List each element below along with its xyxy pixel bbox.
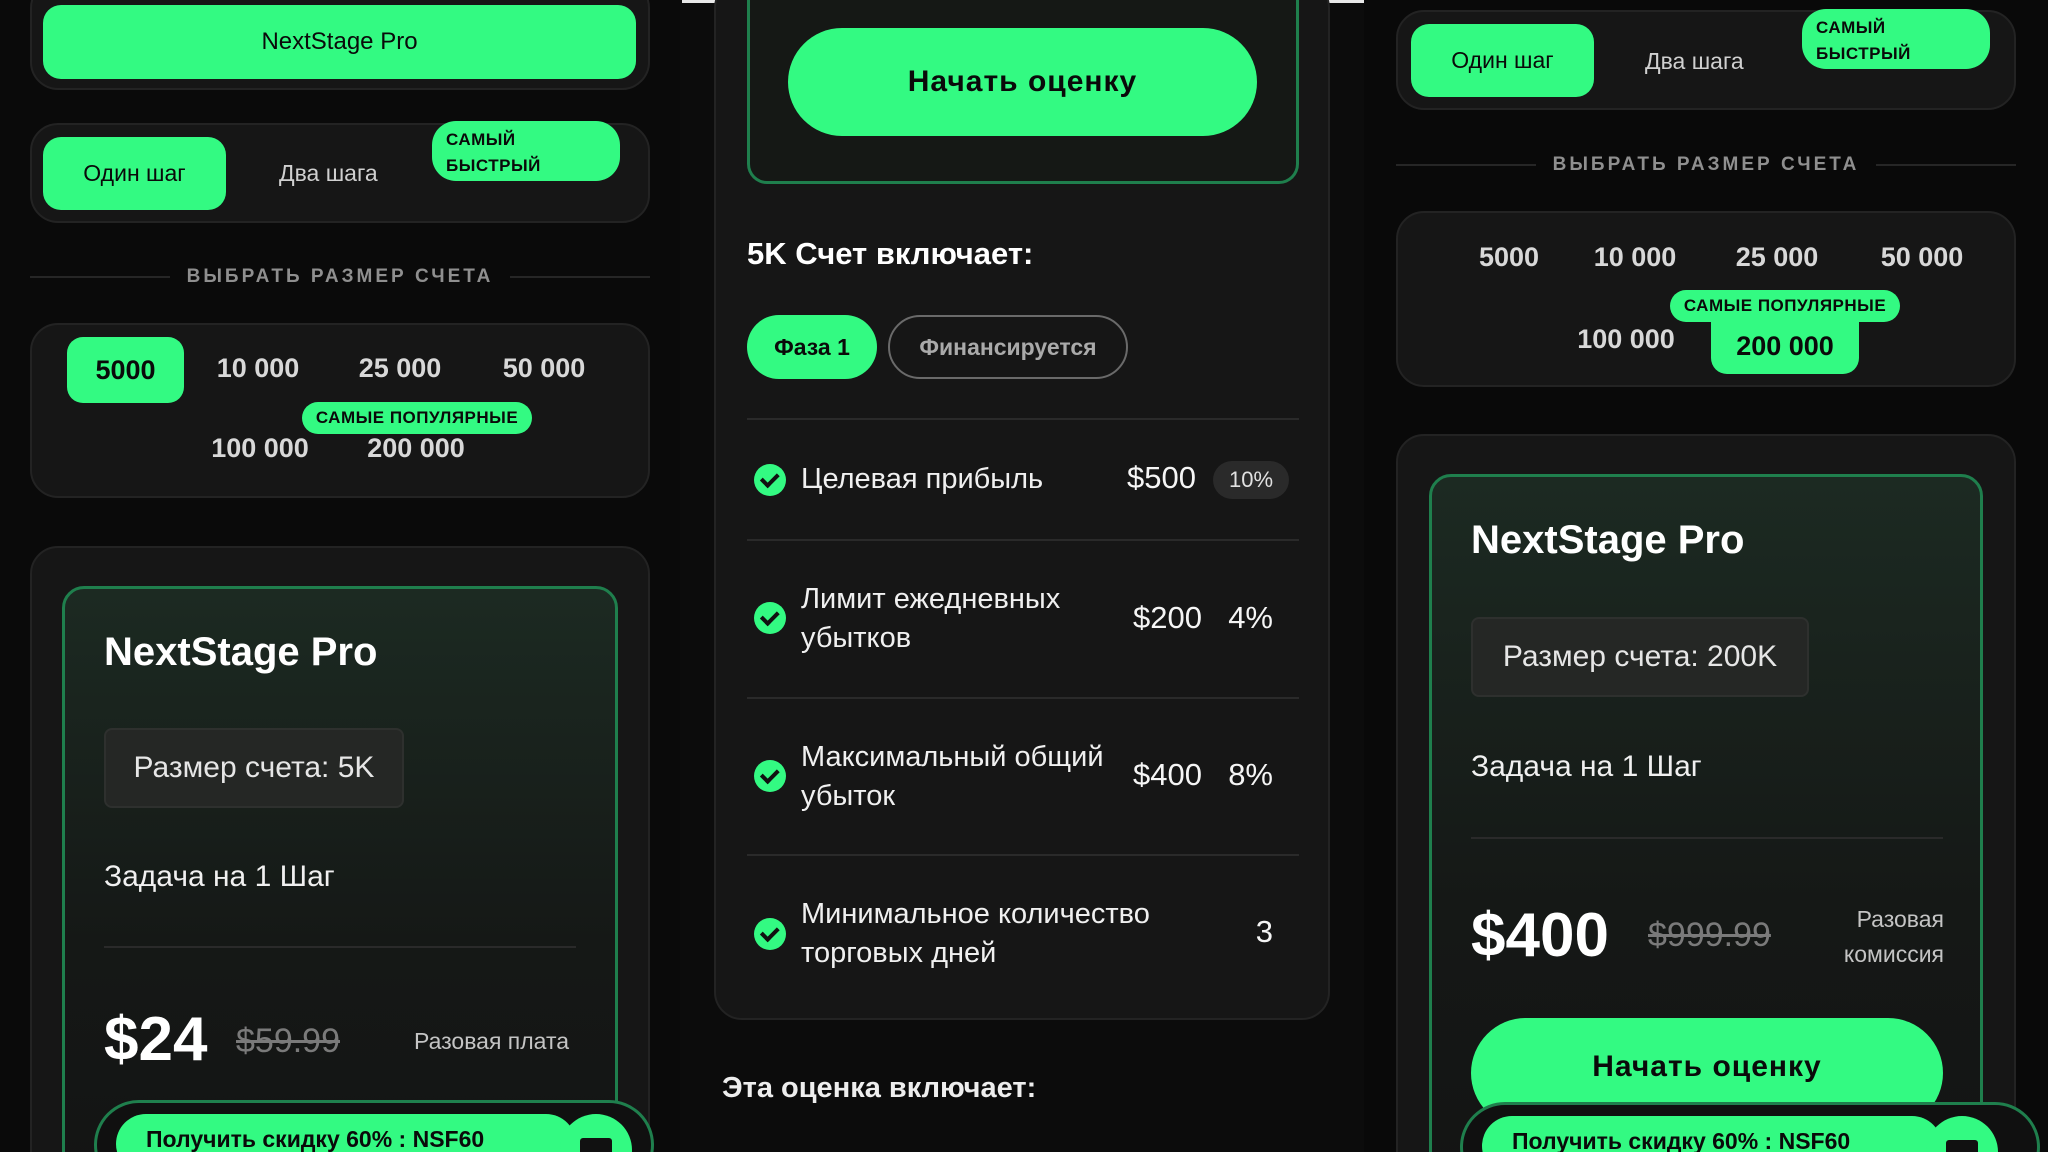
size-option-25000[interactable]: 25 000	[1722, 242, 1832, 273]
rule-value: $400	[1133, 757, 1202, 792]
popular-badge: САМЫЕ ПОПУЛЯРНЫЕ	[1670, 290, 1900, 322]
size-option-100000[interactable]: 100 000	[200, 433, 320, 464]
fee-label: Разовая плата	[414, 1028, 570, 1054]
check-icon	[754, 464, 786, 496]
plan-separator	[1471, 837, 1943, 839]
divider-right	[1876, 164, 2016, 166]
plan-old-price: $999.99	[1648, 916, 1771, 954]
rule-label-line1: Минимальное количество	[801, 898, 1150, 930]
includes-title: 5K Счет включает:	[747, 236, 1034, 271]
fee-label-line1: Разовая	[1856, 906, 1944, 932]
check-icon	[754, 602, 786, 634]
discount-button[interactable]: Получить скидку 60% : NSF60	[116, 1114, 576, 1152]
two-step-tab[interactable]: Два шага	[1645, 48, 1744, 75]
fastest-badge-line2: БЫСТРЫЙ	[1816, 44, 1911, 63]
fastest-badge: САМЫЙ БЫСТРЫЙ	[432, 121, 620, 181]
size-option-5000[interactable]: 5000	[67, 337, 184, 403]
assessment-includes-title: Эта оценка включает:	[722, 1072, 1037, 1104]
fee-label-line2: комиссия	[1843, 941, 1944, 967]
check-icon	[754, 918, 786, 950]
rule-label-line2: убытков	[801, 622, 912, 654]
rule-percent: 8%	[1228, 757, 1273, 792]
plan-price: $400	[1471, 901, 1609, 970]
plan-price: $24	[104, 1005, 208, 1074]
size-option-10000[interactable]: 10 000	[1580, 242, 1690, 273]
fastest-badge-line1: САМЫЙ	[446, 130, 516, 149]
discount-button[interactable]: Получить скидку 60% : NSF60	[1482, 1116, 1942, 1152]
rule-value: $500	[1127, 460, 1196, 495]
start-assessment-button[interactable]: Начать оценку	[788, 28, 1257, 136]
plan-separator	[104, 946, 576, 948]
account-size-box: Размер счета: 200K	[1471, 617, 1809, 697]
rule-label-line2: торговых дней	[801, 937, 997, 969]
one-step-tab[interactable]: Один шаг	[43, 137, 226, 210]
check-icon	[754, 760, 786, 792]
size-option-50000[interactable]: 50 000	[1867, 242, 1977, 273]
task-label: Задача на 1 Шаг	[104, 860, 335, 893]
choose-size-label: ВЫБРАТЬ РАЗМЕР СЧЕТА	[1552, 154, 1860, 175]
fastest-badge-line1: САМЫЙ	[1816, 18, 1886, 37]
rule-separator-3	[747, 854, 1299, 856]
size-option-200000[interactable]: 200 000	[356, 433, 476, 464]
middle-panel: Начать оценку 5K Счет включает: Фаза 1 Ф…	[680, 0, 1364, 1152]
rule-label: Целевая прибыль	[801, 463, 1044, 495]
popular-badge: САМЫЕ ПОПУЛЯРНЫЕ	[302, 402, 532, 434]
rule-label-line1: Лимит ежедневных	[801, 583, 1061, 615]
rule-percent: 4%	[1228, 600, 1273, 635]
divider-left	[1396, 164, 1536, 166]
fastest-badge: САМЫЙ БЫСТРЫЙ	[1802, 9, 1990, 69]
fastest-badge-line2: БЫСТРЫЙ	[446, 156, 541, 175]
plan-title: NextStage Pro	[104, 630, 378, 674]
plan-old-price: $59.99	[236, 1022, 340, 1060]
task-label: Задача на 1 Шаг	[1471, 750, 1702, 783]
left-panel: NextStage Pro Один шаг Два шага САМЫЙ БЫ…	[0, 0, 680, 1152]
choose-size-label: ВЫБРАТЬ РАЗМЕР СЧЕТА	[186, 266, 494, 287]
rule-label-line1: Максимальный общий	[801, 741, 1104, 773]
rule-separator-1	[747, 539, 1299, 541]
fee-label: Разовая комиссия	[1824, 902, 1944, 972]
divider-left	[30, 276, 170, 278]
rule-percent-badge: 10%	[1213, 461, 1289, 499]
size-option-25000[interactable]: 25 000	[345, 353, 455, 384]
copy-icon	[580, 1138, 612, 1152]
right-panel: Один шаг Два шага САМЫЙ БЫСТРЫЙ ВЫБРАТЬ …	[1364, 0, 2048, 1152]
rule-label-line2: убыток	[801, 780, 896, 812]
rule-separator-0	[747, 418, 1299, 420]
size-option-100000[interactable]: 100 000	[1566, 324, 1686, 355]
rule-separator-2	[747, 697, 1299, 699]
size-option-5000[interactable]: 5000	[1454, 242, 1564, 273]
account-size-box: Размер счета: 5K	[104, 728, 404, 808]
two-step-tab[interactable]: Два шага	[279, 160, 378, 187]
divider-right	[510, 276, 650, 278]
copy-icon	[1946, 1140, 1978, 1152]
size-option-50000[interactable]: 50 000	[489, 353, 599, 384]
rule-label: Максимальный общий убыток	[801, 738, 1104, 816]
rule-label: Минимальное количество торговых дней	[801, 895, 1150, 973]
rule-value: 3	[1255, 914, 1273, 949]
one-step-tab[interactable]: Один шаг	[1411, 24, 1594, 97]
size-option-10000[interactable]: 10 000	[203, 353, 313, 384]
plan-title: NextStage Pro	[1471, 518, 1745, 562]
rule-label: Лимит ежедневных убытков	[801, 580, 1060, 658]
rule-value: $200	[1133, 600, 1202, 635]
phase-tab[interactable]: Фаза 1	[747, 315, 877, 379]
funded-tab[interactable]: Финансируется	[888, 315, 1128, 379]
nextstage-pro-button[interactable]: NextStage Pro	[43, 5, 636, 79]
